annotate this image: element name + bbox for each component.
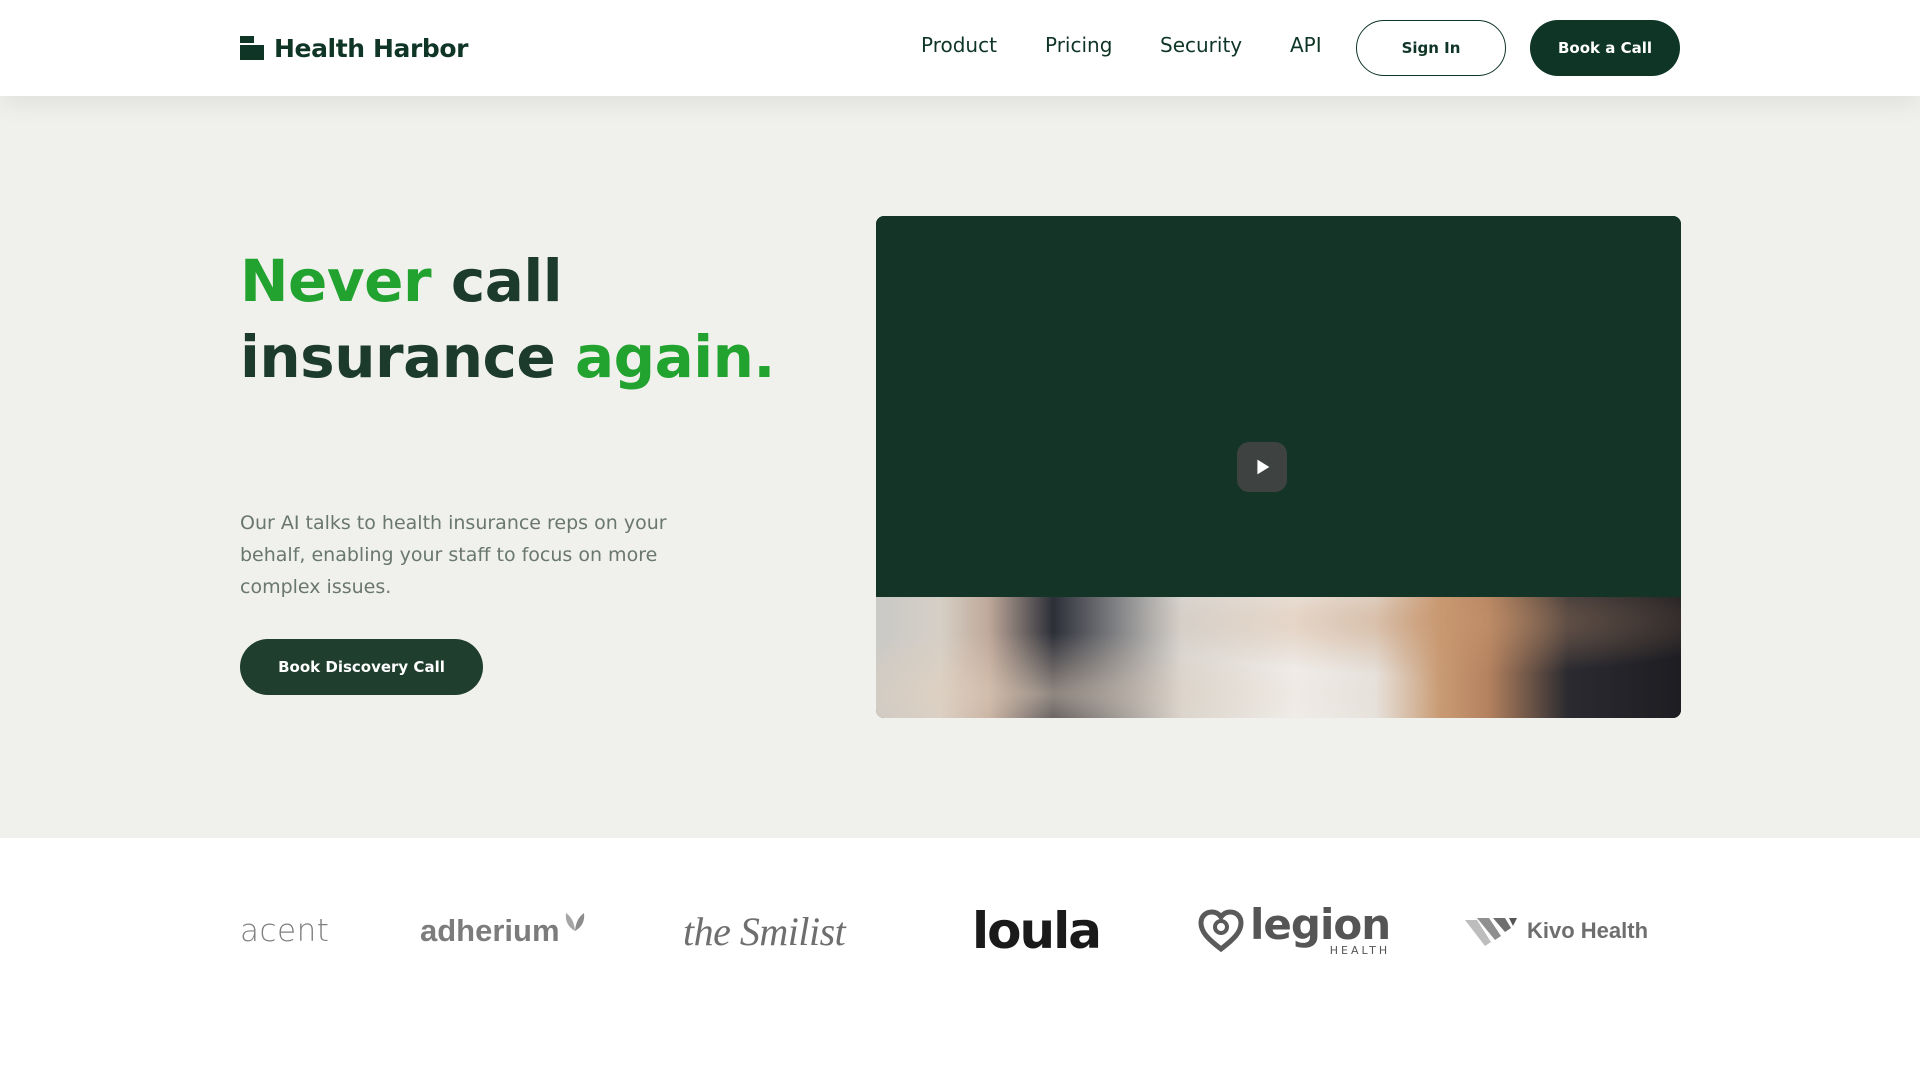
hero-headline: Never call insurance again.: [240, 243, 800, 395]
book-call-button[interactable]: Book a Call: [1530, 20, 1680, 76]
logo-text: Health Harbor: [274, 33, 469, 63]
logo-adherium-text: adherium: [420, 913, 560, 948]
headline-highlight-never: Never: [240, 247, 432, 315]
logo-legion-text: legion: [1250, 900, 1391, 949]
logo-loula: loula: [972, 902, 1102, 960]
hero-video[interactable]: [876, 216, 1681, 718]
logo-mark-icon: [240, 36, 264, 60]
logo-acent: acent: [240, 906, 329, 956]
play-button[interactable]: [1237, 442, 1287, 492]
logo-legion: legion HEALTH: [1198, 900, 1391, 957]
play-icon: [1257, 459, 1270, 475]
logo-acent-text: acent: [240, 913, 330, 949]
nav-pricing[interactable]: Pricing: [1045, 33, 1112, 57]
hero-section: Never call insurance again. Our AI talks…: [0, 96, 1920, 838]
leaf-icon: [565, 913, 584, 931]
brand-logo[interactable]: Health Harbor: [240, 33, 469, 63]
hero-subtext: Our AI talks to health insurance reps on…: [240, 512, 667, 598]
logo-adherium: adherium: [420, 906, 588, 956]
logo-kivo: Kivo Health: [1463, 906, 1648, 956]
video-preview-image: [876, 597, 1681, 718]
sign-in-button[interactable]: Sign In: [1356, 20, 1506, 76]
logo-loula-text: loula: [972, 902, 1102, 960]
logo-smilist: the Smilist: [683, 906, 846, 956]
book-discovery-call-button[interactable]: Book Discovery Call: [240, 639, 483, 695]
video-poster: [876, 216, 1681, 597]
heart-icon: [1198, 909, 1244, 953]
legion-wordmark: legion HEALTH: [1250, 900, 1391, 957]
nav-product[interactable]: Product: [921, 33, 997, 57]
logo-legion-sub: HEALTH: [1329, 944, 1391, 957]
kivo-mark-icon: [1465, 918, 1517, 946]
nav-security[interactable]: Security: [1160, 33, 1242, 57]
nav-api[interactable]: API: [1290, 33, 1322, 57]
site-header: Health Harbor Product Pricing Security A…: [0, 0, 1920, 96]
partner-logos: acent adherium the Smilist loula legion …: [0, 838, 1920, 1080]
logo-smilist-text: the Smilist: [683, 908, 846, 954]
headline-highlight-again: again.: [574, 323, 776, 391]
logo-kivo-text: Kivo Health: [1527, 918, 1649, 943]
